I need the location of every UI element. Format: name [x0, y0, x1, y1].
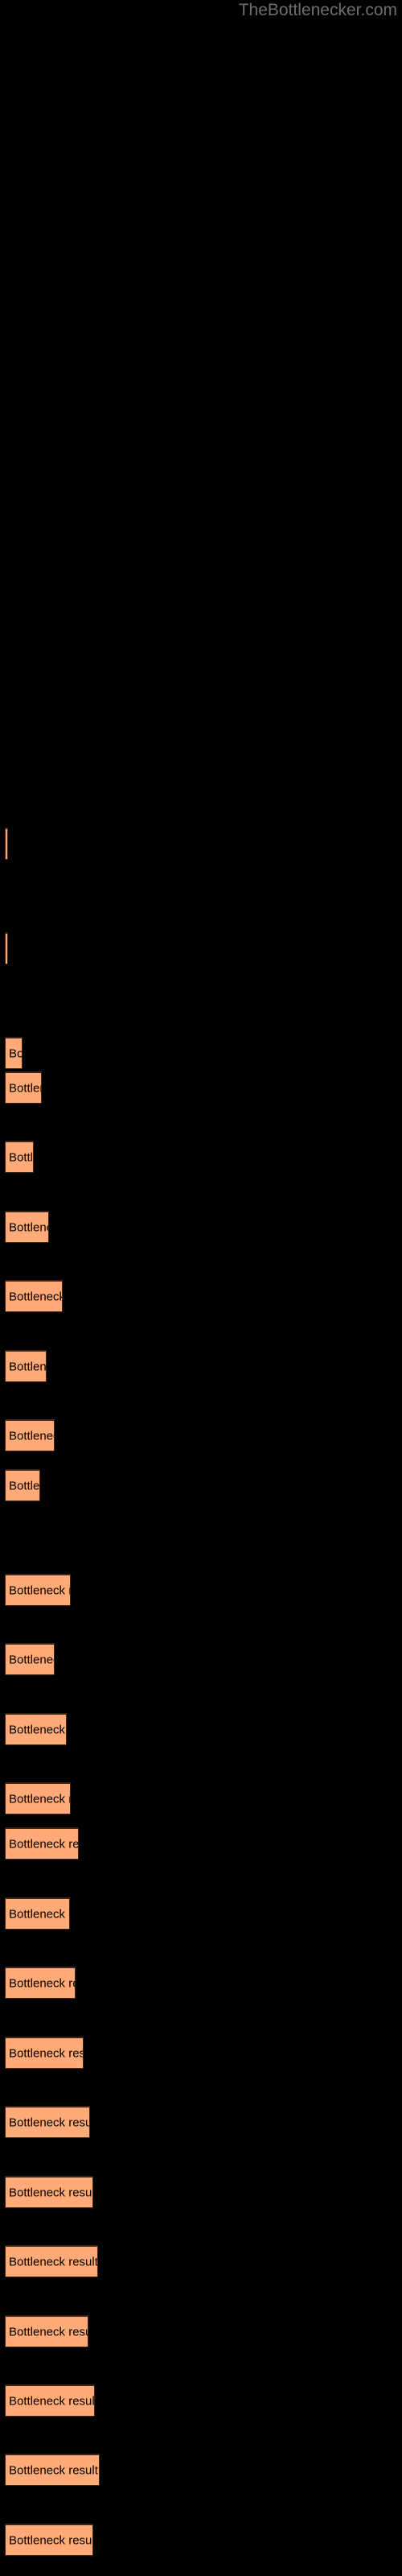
- bar[interactable]: Bottleneck result: [5, 932, 8, 964]
- bar[interactable]: Bottleneck result: [5, 1782, 71, 1814]
- bar-row: Bottleneck result: [0, 2454, 402, 2486]
- bar-label: Bottleneck result: [9, 1081, 41, 1095]
- bar[interactable]: Bottleneck result: [5, 1897, 70, 1930]
- bar-row: Bottleneck result: [0, 1211, 402, 1243]
- bar[interactable]: Bottleneck result: [5, 1643, 55, 1675]
- bar[interactable]: Bottleneck result: [5, 2106, 90, 2138]
- bar-label: Bottleneck result: [9, 1837, 79, 1851]
- bar-row: Bottleneck result: [0, 2037, 402, 2069]
- bar-label: Bottleneck result: [9, 1429, 54, 1443]
- bar[interactable]: Bottleneck result: [5, 2315, 88, 2347]
- bar-row: Bottleneck result: [0, 1071, 402, 1104]
- bar[interactable]: Bottleneck result: [5, 1713, 67, 1745]
- bar-label: Bottleneck result: [9, 2325, 88, 2339]
- bar-row: Bottleneck result: [0, 1967, 402, 1999]
- bar-row: Bottleneck result: [0, 1643, 402, 1675]
- bar-row: Bottleneck result: [0, 1574, 402, 1606]
- bar-row: Bottleneck result: [0, 1280, 402, 1312]
- bar[interactable]: Bottleneck result: [5, 1141, 34, 1173]
- bar-label: Bottleneck result: [9, 2255, 98, 2268]
- bar-label: Bottleneck result: [9, 1290, 63, 1303]
- bar[interactable]: Bottleneck result: [5, 2524, 93, 2556]
- bar-label: Bottleneck result: [9, 1653, 54, 1666]
- bar-label: Bottleneck result: [9, 1479, 40, 1492]
- bar[interactable]: Bottleneck result: [5, 2454, 100, 2486]
- bar-label: Bottleneck result: [9, 1792, 70, 1806]
- bar-label: Bottleneck result: [9, 1360, 47, 1373]
- bar-row: Bottleneck result: [0, 1713, 402, 1745]
- bar-row: Bottleneck result: [0, 1897, 402, 1930]
- bar-row: Bottleneck result: [0, 2245, 402, 2277]
- bar[interactable]: Bottleneck result: [5, 1469, 40, 1501]
- bar-row: Bottleneck result: [0, 1141, 402, 1173]
- bar-row: Bottleneck result: [0, 932, 402, 964]
- bar-label: Bottleneck result: [9, 2394, 95, 2408]
- bar-row: Bottleneck result: [0, 2384, 402, 2417]
- bar-label: Bottleneck result: [9, 2186, 93, 2199]
- bar-row: Bottleneck result: [0, 1419, 402, 1451]
- bar-label: Bottleneck result: [9, 2533, 93, 2547]
- bar[interactable]: Bottleneck result: [5, 2037, 84, 2069]
- bar-label: Bottleneck result: [9, 2116, 90, 2129]
- bar-row: Bottleneck result: [0, 2315, 402, 2347]
- bar-label: Bottleneck result: [9, 1907, 69, 1921]
- bar[interactable]: Bottleneck result: [5, 1211, 49, 1243]
- bar-row: Bottleneck result: [0, 1037, 402, 1069]
- bar[interactable]: Bottleneck result: [5, 1574, 71, 1606]
- bar[interactable]: Bottleneck result: [5, 1350, 47, 1382]
- bar-row: Bottleneck result: [0, 1469, 402, 1501]
- bar-row: Bottleneck result: [0, 2524, 402, 2556]
- bar-row: Bottleneck result: [0, 2106, 402, 2138]
- bar[interactable]: Bottleneck result: [5, 1071, 42, 1104]
- bar[interactable]: Bottleneck result: [5, 1419, 55, 1451]
- bar-row: Bottleneck result: [0, 1350, 402, 1382]
- bar-row: Bottleneck result: [0, 1827, 402, 1860]
- bar-label: Bottleneck result: [9, 1150, 34, 1164]
- bar[interactable]: Bottleneck result: [5, 1280, 63, 1312]
- bar[interactable]: Bottleneck result: [5, 2176, 93, 2208]
- bar[interactable]: Bottleneck result: [5, 1037, 23, 1069]
- bar[interactable]: Bottleneck result: [5, 2384, 95, 2417]
- bar-row: Bottleneck result: [0, 828, 402, 860]
- bar-label: Bottleneck result: [9, 1583, 70, 1597]
- bar-row: Bottleneck result: [0, 2176, 402, 2208]
- bar-label: Bottleneck result: [9, 1220, 48, 1234]
- bar-label: Bottleneck result: [9, 1723, 66, 1736]
- bar[interactable]: Bottleneck result: [5, 828, 8, 860]
- bar-row: Bottleneck result: [0, 1782, 402, 1814]
- bar-label: Bottleneck result: [9, 1976, 75, 1990]
- bar[interactable]: Bottleneck result: [5, 1827, 79, 1860]
- bar-label: Bottleneck result: [9, 2046, 84, 2060]
- bar-label: Bottleneck result: [9, 2463, 98, 2477]
- bar[interactable]: Bottleneck result: [5, 1967, 76, 1999]
- bar-label: Bottleneck result: [9, 1046, 23, 1060]
- bar[interactable]: Bottleneck result: [5, 2245, 98, 2277]
- bottleneck-bar-chart: Bottleneck result Bottleneck result Bottle…: [0, 0, 402, 2576]
